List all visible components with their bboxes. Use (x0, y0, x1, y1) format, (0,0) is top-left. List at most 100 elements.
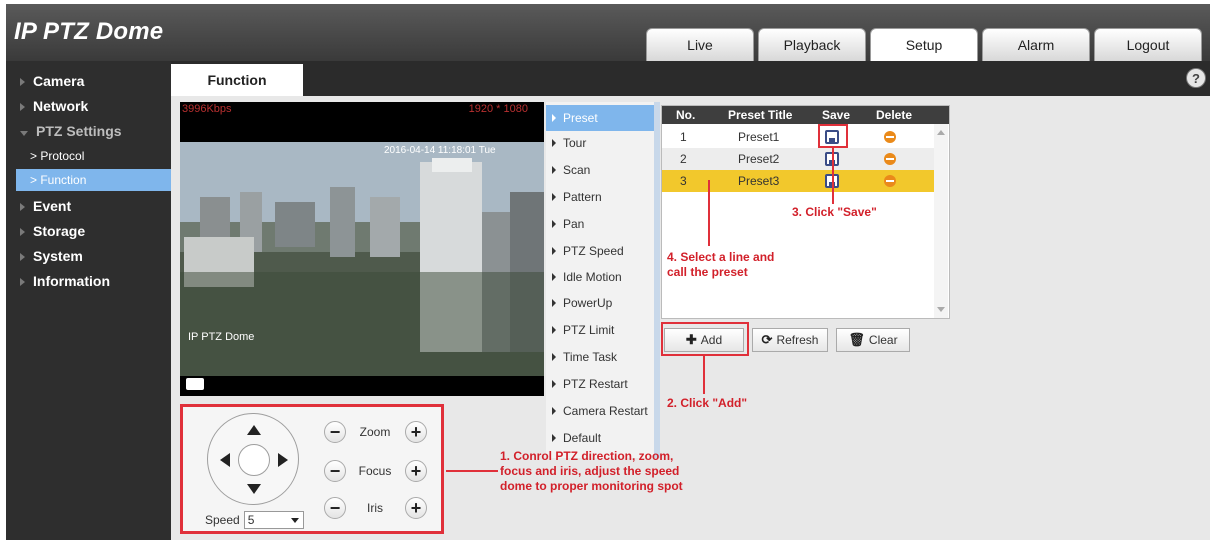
zoom-in-button[interactable]: + (405, 421, 427, 443)
menu-arrow-icon (552, 434, 556, 442)
annotation-click-add: 2. Click "Add" (667, 396, 748, 410)
arrow-right-icon[interactable] (278, 453, 288, 467)
table-row[interactable]: 2 Preset2 (662, 148, 934, 170)
scroll-up-icon[interactable] (937, 130, 945, 135)
tab-playback[interactable]: Playback (758, 28, 866, 61)
sidebar-item-ptz-settings[interactable]: PTZ Settings (20, 123, 122, 139)
focus-far-button[interactable]: + (405, 460, 427, 482)
menu-item-powerup[interactable]: PowerUp (546, 290, 654, 316)
app-header: IP PTZ Dome Live Playback Setup Alarm Lo… (6, 4, 1210, 61)
row-title: Preset2 (738, 152, 780, 166)
focus-near-button[interactable]: − (324, 460, 346, 482)
menu-arrow-icon (552, 407, 556, 415)
direction-center[interactable] (238, 444, 270, 476)
menu-item-default[interactable]: Default (546, 425, 654, 451)
sidebar-item-storage[interactable]: Storage (20, 223, 85, 239)
menu-arrow-icon (552, 139, 556, 147)
table-row[interactable]: 1 Preset1 (662, 126, 934, 148)
menu-item-camera-restart[interactable]: Camera Restart (546, 398, 654, 424)
expand-arrow-icon (20, 278, 25, 286)
zoom-label: Zoom (359, 425, 391, 439)
arrow-up-icon[interactable] (247, 425, 261, 435)
tab-setup[interactable]: Setup (870, 28, 978, 61)
menu-item-tour[interactable]: Tour (546, 130, 654, 156)
sidebar-item-protocol[interactable]: > Protocol (16, 145, 171, 167)
menu-item-ptz-restart[interactable]: PTZ Restart (546, 371, 654, 397)
video-overlay-name: IP PTZ Dome (188, 331, 255, 343)
video-timestamp: 2016-04-14 11:18:01 Tue (384, 145, 496, 156)
table-scrollbar[interactable] (934, 124, 948, 318)
menu-item-label: Idle Motion (563, 270, 622, 284)
refresh-label: Refresh (776, 333, 819, 347)
menu-item-label: Pattern (563, 190, 602, 204)
menu-item-pan[interactable]: Pan (546, 211, 654, 237)
menu-item-label: PTZ Limit (563, 323, 615, 337)
speed-select[interactable]: 5 (243, 511, 304, 529)
menu-item-label: PowerUp (563, 296, 613, 310)
sidebar-item-information[interactable]: Information (20, 273, 110, 289)
tab-live[interactable]: Live (646, 28, 754, 61)
delete-icon[interactable] (884, 131, 896, 143)
sidebar-item-network[interactable]: Network (20, 98, 88, 114)
menu-item-scan[interactable]: Scan (546, 157, 654, 183)
iris-open-button[interactable]: + (405, 497, 427, 519)
sidebar-item-event[interactable]: Event (20, 198, 71, 214)
header-no: No. (676, 108, 696, 122)
chevron-down-icon (290, 518, 299, 523)
annotation-line-ptz (446, 470, 498, 472)
annotation-select-line: 4. Select a line and call the preset (667, 250, 775, 279)
refresh-button[interactable]: ⟳ Refresh (752, 328, 828, 352)
menu-arrow-icon (552, 326, 556, 334)
sidebar-item-label: Storage (33, 223, 86, 239)
iris-close-button[interactable]: − (324, 497, 346, 519)
sidebar-item-system[interactable]: System (20, 248, 83, 264)
tab-alarm[interactable]: Alarm (982, 28, 1090, 61)
speed-control: Speed 5 (205, 511, 304, 529)
row-title: Preset1 (738, 130, 780, 144)
expand-arrow-icon (20, 253, 25, 261)
sidebar-item-label: Event (33, 198, 72, 214)
tab-logout[interactable]: Logout (1094, 28, 1202, 61)
menu-item-time-task[interactable]: Time Task (546, 344, 654, 370)
table-row[interactable]: 3 Preset3 (662, 170, 934, 192)
clear-button[interactable]: 🗑 Clear (836, 328, 910, 352)
menu-item-label: Preset (563, 111, 598, 125)
delete-icon[interactable] (884, 153, 896, 165)
menu-item-label: PTZ Speed (563, 244, 624, 258)
header-tabs: Live Playback Setup Alarm Logout (646, 28, 1202, 61)
menu-item-ptz-limit[interactable]: PTZ Limit (546, 317, 654, 343)
menu-item-pattern[interactable]: Pattern (546, 184, 654, 210)
sidebar-item-function[interactable]: > Function (16, 169, 171, 191)
menu-item-ptz-speed[interactable]: PTZ Speed (546, 238, 654, 264)
menu-item-preset[interactable]: Preset (546, 105, 654, 131)
sidebar-item-label: Information (33, 273, 110, 289)
direction-pad (207, 413, 299, 505)
row-no: 2 (680, 152, 687, 166)
sidebar-item-camera[interactable]: Camera (20, 73, 84, 89)
help-icon[interactable]: ? (1186, 68, 1206, 88)
speed-label: Speed (205, 513, 240, 527)
menu-item-label: Scan (563, 163, 591, 177)
expand-arrow-icon (20, 228, 25, 236)
annotation-line-select (708, 180, 710, 246)
scroll-down-icon[interactable] (937, 307, 945, 312)
menu-arrow-icon (552, 299, 556, 307)
menu-scrollbar[interactable] (654, 102, 660, 458)
tab-function[interactable]: Function (171, 64, 303, 96)
zoom-out-button[interactable]: − (324, 421, 346, 443)
video-resolution: 1920 * 1080 (468, 103, 528, 115)
arrow-down-icon[interactable] (247, 484, 261, 494)
arrow-left-icon[interactable] (220, 453, 230, 467)
delete-icon[interactable] (884, 175, 896, 187)
menu-item-label: Tour (563, 136, 587, 150)
sidebar-item-label: Network (33, 98, 89, 114)
expand-arrow-icon (20, 78, 25, 86)
live-video[interactable]: 3996Kbps 1920 * 1080 2016-04-14 11:18:01… (180, 102, 544, 396)
ptz-control-panel: − Zoom + − Focus + − Iris + Speed 5 (180, 404, 444, 534)
snapshot-icon[interactable] (186, 378, 204, 390)
row-title: Preset3 (738, 174, 780, 188)
menu-item-idle-motion[interactable]: Idle Motion (546, 264, 654, 290)
expand-arrow-icon (20, 103, 25, 111)
speed-value: 5 (247, 513, 255, 527)
refresh-icon: ⟳ (761, 332, 773, 347)
